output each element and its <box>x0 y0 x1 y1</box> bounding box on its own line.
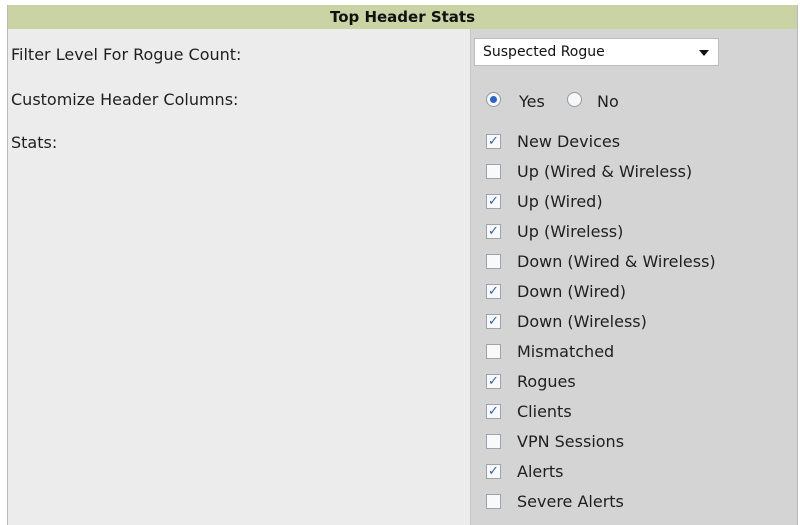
stat-checkbox[interactable] <box>486 434 501 449</box>
stat-option-label: New Devices <box>517 132 621 151</box>
stat-checkbox[interactable]: ✓ <box>486 284 501 299</box>
stat-option-label: Up (Wired) <box>517 192 603 211</box>
stat-checkbox[interactable]: ✓ <box>486 134 501 149</box>
chevron-down-icon <box>699 50 709 56</box>
stat-option-label: Alerts <box>517 462 564 481</box>
stat-checkbox[interactable] <box>486 344 501 359</box>
stat-checkbox[interactable]: ✓ <box>486 224 501 239</box>
rogue-filter-value: Suspected Rogue <box>483 44 605 60</box>
checkmark-icon: ✓ <box>488 314 499 329</box>
stat-option-label: Mismatched <box>517 342 615 361</box>
stat-option-label: Up (Wired & Wireless) <box>517 162 693 181</box>
checkmark-icon: ✓ <box>488 284 499 299</box>
stat-option-label: Down (Wireless) <box>517 312 647 331</box>
stat-checkbox[interactable]: ✓ <box>486 374 501 389</box>
customize-header-columns-label: Customize Header Columns: <box>11 90 239 109</box>
stat-checkbox[interactable] <box>486 494 501 509</box>
stat-checkbox[interactable]: ✓ <box>486 314 501 329</box>
checkmark-icon: ✓ <box>488 134 499 149</box>
customize-yes-label: Yes <box>519 92 545 111</box>
stat-option-label: Down (Wired & Wireless) <box>517 252 716 271</box>
customize-no-radio[interactable] <box>567 92 582 107</box>
stat-checkbox[interactable] <box>486 164 501 179</box>
checkmark-icon: ✓ <box>488 224 499 239</box>
checkmark-icon: ✓ <box>488 464 499 479</box>
stat-option-label: Severe Alerts <box>517 492 624 511</box>
stat-option-label: Up (Wireless) <box>517 222 624 241</box>
panel-title: Top Header Stats <box>8 5 797 30</box>
stat-option-label: Rogues <box>517 372 576 391</box>
stat-checkbox[interactable]: ✓ <box>486 404 501 419</box>
checkmark-icon: ✓ <box>488 194 499 209</box>
stat-option-label: VPN Sessions <box>517 432 625 451</box>
rogue-filter-select[interactable]: Suspected Rogue <box>474 38 719 66</box>
customize-yes-radio[interactable] <box>486 92 501 107</box>
checkmark-icon: ✓ <box>488 404 499 419</box>
stat-option-label: Clients <box>517 402 572 421</box>
stat-checkbox[interactable]: ✓ <box>486 464 501 479</box>
stat-option-label: Down (Wired) <box>517 282 627 301</box>
filter-level-label: Filter Level For Rogue Count: <box>11 45 242 64</box>
customize-no-label: No <box>597 92 619 111</box>
stats-label: Stats: <box>11 133 58 152</box>
stat-checkbox[interactable]: ✓ <box>486 194 501 209</box>
stat-checkbox[interactable] <box>486 254 501 269</box>
checkmark-icon: ✓ <box>488 374 499 389</box>
